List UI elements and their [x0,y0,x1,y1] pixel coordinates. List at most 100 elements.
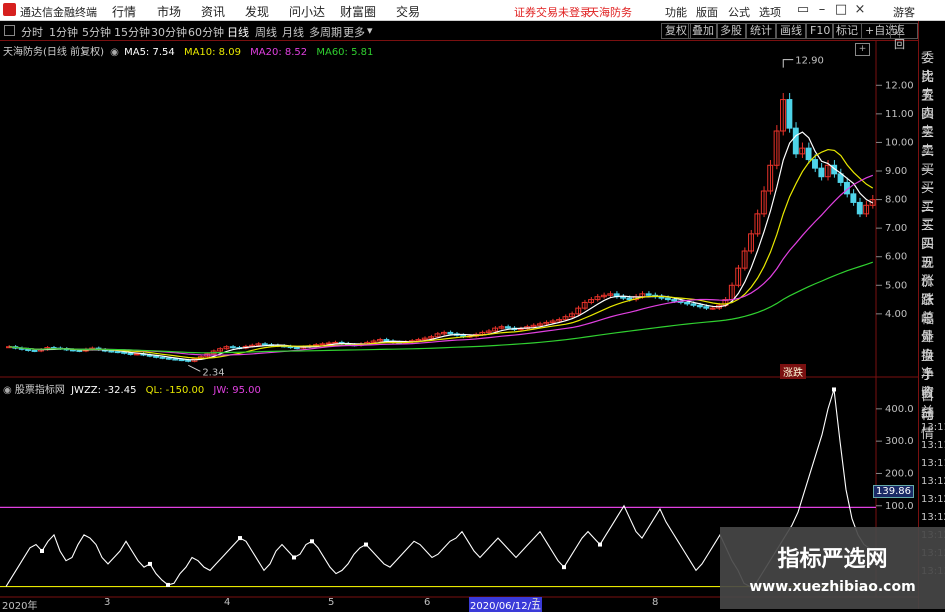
y-tick-label: 12.00 [885,80,914,91]
maximize-icon[interactable]: □ [832,1,850,19]
candle-down [229,346,236,349]
jwzz-dot [832,387,836,392]
kline-chart-svg[interactable]: 4.00 5.00 6.00 7.00 8.00 9.00 10.00 11.00 12.00 1… [0,41,918,609]
menu-discover[interactable]: 发现 [245,3,269,20]
tab-period-60min[interactable]: 60分钟 [188,24,224,40]
adjust-price-button[interactable]: 复权 [661,23,691,39]
x-label: 4 [224,597,231,608]
updown-tag: 涨跌 [780,364,806,379]
candle-down [178,359,185,362]
app-logo-icon [3,3,16,16]
menu-options[interactable]: 选项 [759,4,781,20]
tab-period-1min[interactable]: 1分钟 [49,24,78,40]
expand-icon[interactable]: + [855,43,870,56]
draw-line-button[interactable]: 画线 [776,23,806,39]
jwzz-dot [598,542,602,547]
x-label: 6 [424,597,431,608]
jwzz-dot [310,539,314,544]
menu-wealth-circle[interactable]: 财富圈 [340,3,376,20]
candle-down [696,304,703,308]
guest-login[interactable]: 游客 [893,4,915,20]
candle-down [293,347,300,350]
candle-down [690,303,697,306]
ind-y-tick-label: 400.0 [885,404,914,415]
settings-gear-icon[interactable]: ◉ [110,47,119,58]
candle-down [31,349,38,352]
tab-period-weekly[interactable]: 周线 [255,24,277,40]
indicator-legend: ◉ 股票指标网 JWZZ: -32.45 QL: -150.00 JW: 95.… [3,381,261,396]
jwzz-dot [148,561,152,566]
chart-area[interactable]: 4.00 5.00 6.00 7.00 8.00 9.00 10.00 11.00 12.00 1… [0,41,918,609]
app-title: 通达信金融终端 [20,6,97,19]
y-tick-label: 11.00 [885,109,914,120]
main-chart-title: 天海防务(日线 前复权) [3,47,104,58]
menu-news[interactable]: 资讯 [201,3,225,20]
tab-period-5min[interactable]: 5分钟 [82,24,111,40]
x-label: 5 [328,597,335,608]
candle-down [850,193,857,203]
menu-market[interactable]: 市场 [157,3,181,20]
candle-down [108,350,115,353]
tab-period-30min[interactable]: 30分钟 [151,24,187,40]
tab-period-monthly[interactable]: 月线 [282,24,304,40]
tick-time: 13:12 [921,494,945,505]
minimize-icon[interactable]: – [813,1,831,19]
high-marker [782,59,794,68]
ind-y-tick-label: 200.0 [885,468,914,479]
menu-formula[interactable]: 公式 [728,4,750,20]
candle-down [792,127,799,155]
back-button[interactable]: 返回 [890,23,918,51]
mark-button[interactable]: 标记 [832,23,862,39]
ma20-label: MA20: 8.52 [250,47,308,58]
y-tick-label: 8.00 [885,195,907,206]
ql-value: QL: -150.00 [145,385,205,396]
ma60-label: MA60: 5.81 [316,47,374,58]
y-tick-label: 9.00 [885,166,907,177]
y-tick-label: 4.00 [885,309,907,320]
menu-trade[interactable]: 交易 [396,3,420,20]
menu-layout[interactable]: 版面 [696,4,718,20]
statistics-button[interactable]: 统计 [746,23,776,39]
more-chevron-icon[interactable]: ▾ [367,24,373,37]
candle-down [664,297,671,301]
trade-login-notice[interactable]: 证券交易未登录 [514,4,591,20]
jwzz-dot [166,582,170,587]
x-label: 8 [652,597,659,608]
quote-side-panel: 委比 卖五 卖四 卖三 卖二 卖一 买一 买二 买三 买四 买五 现价 涨跌 涨幅 总量 外盘 换手 净资 收益 自动… [918,21,945,609]
candle-down [153,355,160,358]
y-tick-label: 7.00 [885,223,907,234]
f10-button[interactable]: F10 [806,23,835,39]
stock-name-label: 天海防务 [588,6,632,19]
tab-period-daily[interactable]: 日线 [227,24,249,40]
candle-down [261,343,268,346]
low-marker [188,364,201,372]
menu-function[interactable]: 功能 [665,4,687,20]
menu-market-quotes[interactable]: 行情 [112,3,136,20]
close-icon[interactable]: × [851,1,869,19]
tab-period-more[interactable]: 更多 [343,24,365,40]
candle-down [684,301,690,305]
candle-down [69,349,76,352]
candle-down [383,339,390,342]
candle-up [133,353,140,356]
multi-stock-button[interactable]: 多股 [716,23,746,39]
tab-period-15min[interactable]: 15分钟 [114,24,150,40]
skin-icon[interactable]: ▭ [794,1,812,19]
candle-up [709,307,716,310]
collapse-icon[interactable] [4,25,15,36]
candle-up [325,342,332,345]
candle-down [504,326,511,329]
candle-down [818,167,825,178]
tab-period-multi[interactable]: 多周期 [309,24,342,40]
x-label: 2020年 [2,601,38,612]
tick-time: 13:12 [921,512,945,523]
tab-period-time[interactable]: 分时 [21,24,43,40]
period-toolbar: 分时 1分钟 5分钟 15分钟 30分钟 60分钟 日线 周线 月线 多周期 更… [0,21,918,51]
y-tick-label: 5.00 [885,280,907,291]
jwzz-dot [562,565,566,570]
candle-down [805,147,812,161]
watermark-banner: 指标严选网 www.xuezhibiao.com [720,527,945,609]
indicator-settings-icon[interactable]: ◉ [3,385,12,396]
menu-ask-xiaoda[interactable]: 问小达 [289,3,325,20]
overlay-button[interactable]: 叠加 [688,23,718,39]
